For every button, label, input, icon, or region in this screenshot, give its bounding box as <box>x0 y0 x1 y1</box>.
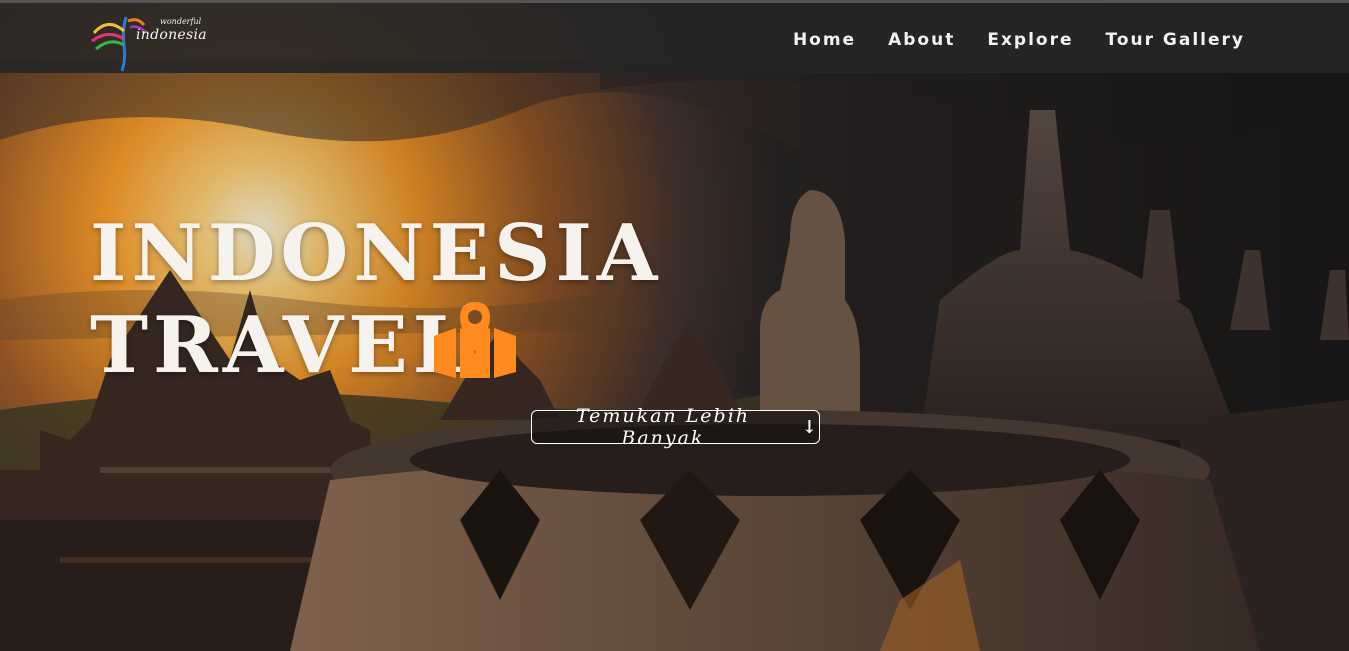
logo-main-text: indonesia <box>136 27 207 43</box>
logo-swirl-icon <box>91 16 147 72</box>
map-marker-icon <box>434 302 516 378</box>
discover-more-label: Temukan Lebih Banyak <box>575 405 751 449</box>
nav-home[interactable]: Home <box>793 30 856 50</box>
hero-title-line2: TRAVEL <box>90 300 473 391</box>
discover-more-button[interactable]: Temukan Lebih Banyak ↓ <box>531 405 820 449</box>
nav-about[interactable]: About <box>888 30 955 50</box>
hero-title: INDONESIA TRAVEL <box>90 208 662 392</box>
nav-tour-gallery[interactable]: Tour Gallery <box>1106 30 1246 50</box>
top-navbar: wonderful indonesia Home About Explore T… <box>0 0 1349 73</box>
wonderful-indonesia-logo[interactable]: wonderful indonesia <box>88 11 208 75</box>
logo-small-text: wonderful <box>160 17 202 26</box>
nav-explore[interactable]: Explore <box>987 30 1073 50</box>
main-nav: Home About Explore Tour Gallery <box>793 30 1245 50</box>
arrow-down-icon: ↓ <box>801 416 819 438</box>
hero-title-line1: INDONESIA <box>90 208 663 299</box>
